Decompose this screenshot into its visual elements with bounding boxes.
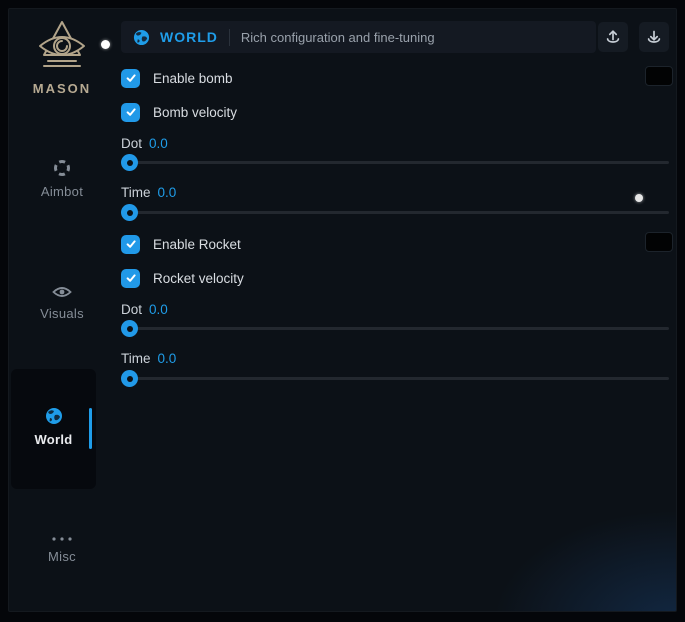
slider-name: Dot bbox=[121, 302, 142, 317]
slider-value: 0.0 bbox=[149, 136, 168, 151]
check-icon bbox=[125, 272, 137, 284]
time-slider-2[interactable] bbox=[121, 370, 669, 387]
slider-track[interactable] bbox=[121, 327, 669, 330]
sidebar-item-world[interactable]: World bbox=[11, 369, 96, 489]
globe-icon bbox=[133, 29, 150, 46]
sidebar-item-label: Visuals bbox=[40, 306, 84, 321]
page-subtitle: Rich configuration and fine-tuning bbox=[241, 30, 435, 45]
app-window: MASON Aimbot Visuals Wo bbox=[8, 8, 677, 612]
time-slider-label: Time 0.0 bbox=[121, 184, 176, 200]
slider-value: 0.0 bbox=[158, 351, 177, 366]
checkbox-label: Rocket velocity bbox=[153, 271, 244, 286]
bomb-velocity-row: Bomb velocity bbox=[121, 102, 669, 122]
slider-track[interactable] bbox=[121, 211, 669, 214]
cursor-dot bbox=[635, 194, 643, 202]
page-header: WORLD Rich configuration and fine-tuning bbox=[121, 21, 596, 53]
slider-name: Time bbox=[121, 351, 151, 366]
sidebar: MASON Aimbot Visuals Wo bbox=[9, 9, 115, 611]
all-seeing-eye-pyramid-icon bbox=[35, 19, 89, 77]
dot-slider-label: Dot 0.0 bbox=[121, 135, 168, 151]
upload-config-button[interactable] bbox=[598, 22, 628, 52]
check-icon bbox=[125, 106, 137, 118]
time-slider-label: Time 0.0 bbox=[121, 350, 176, 366]
cursor-dot bbox=[101, 40, 110, 49]
upload-icon bbox=[605, 29, 621, 45]
rocket-velocity-row: Rocket velocity bbox=[121, 268, 669, 288]
sidebar-item-misc[interactable]: Misc bbox=[9, 536, 115, 566]
enable-rocket-checkbox[interactable] bbox=[121, 235, 140, 254]
bomb-color-swatch[interactable] bbox=[645, 66, 673, 86]
sidebar-item-aimbot[interactable]: Aimbot bbox=[9, 159, 115, 201]
slider-handle[interactable] bbox=[121, 320, 138, 337]
rocket-color-swatch[interactable] bbox=[645, 232, 673, 252]
eye-icon bbox=[52, 285, 72, 299]
dot-slider[interactable] bbox=[121, 154, 669, 171]
header-divider bbox=[229, 29, 230, 46]
check-icon bbox=[125, 238, 137, 250]
ellipsis-icon bbox=[51, 536, 73, 542]
slider-name: Dot bbox=[121, 136, 142, 151]
active-tab-indicator bbox=[89, 408, 92, 449]
rocket-velocity-checkbox[interactable] bbox=[121, 269, 140, 288]
time-slider[interactable] bbox=[121, 204, 669, 221]
download-icon bbox=[646, 29, 662, 45]
sidebar-item-label: Aimbot bbox=[41, 184, 83, 199]
check-icon bbox=[125, 72, 137, 84]
bomb-velocity-checkbox[interactable] bbox=[121, 103, 140, 122]
checkbox-label: Enable Rocket bbox=[153, 237, 241, 252]
crosshair-icon bbox=[53, 159, 71, 177]
sidebar-item-label: Misc bbox=[48, 549, 76, 564]
slider-handle[interactable] bbox=[121, 370, 138, 387]
brand-name: MASON bbox=[9, 81, 115, 96]
slider-handle[interactable] bbox=[121, 204, 138, 221]
checkbox-label: Bomb velocity bbox=[153, 105, 237, 120]
slider-track[interactable] bbox=[121, 161, 669, 164]
checkbox-label: Enable bomb bbox=[153, 71, 233, 86]
enable-rocket-row: Enable Rocket bbox=[121, 234, 669, 254]
brand-logo: MASON bbox=[9, 19, 115, 96]
enable-bomb-row: Enable bomb bbox=[121, 68, 669, 88]
page-title: WORLD bbox=[160, 29, 218, 45]
slider-name: Time bbox=[121, 185, 151, 200]
slider-value: 0.0 bbox=[149, 302, 168, 317]
sidebar-item-label: World bbox=[34, 432, 72, 447]
enable-bomb-checkbox[interactable] bbox=[121, 69, 140, 88]
sidebar-item-visuals[interactable]: Visuals bbox=[9, 285, 115, 323]
slider-handle[interactable] bbox=[121, 154, 138, 171]
dot-slider-label: Dot 0.0 bbox=[121, 301, 168, 317]
globe-icon bbox=[45, 407, 63, 425]
download-config-button[interactable] bbox=[639, 22, 669, 52]
slider-value: 0.0 bbox=[158, 185, 177, 200]
dot-slider-2[interactable] bbox=[121, 320, 669, 337]
slider-track[interactable] bbox=[121, 377, 669, 380]
